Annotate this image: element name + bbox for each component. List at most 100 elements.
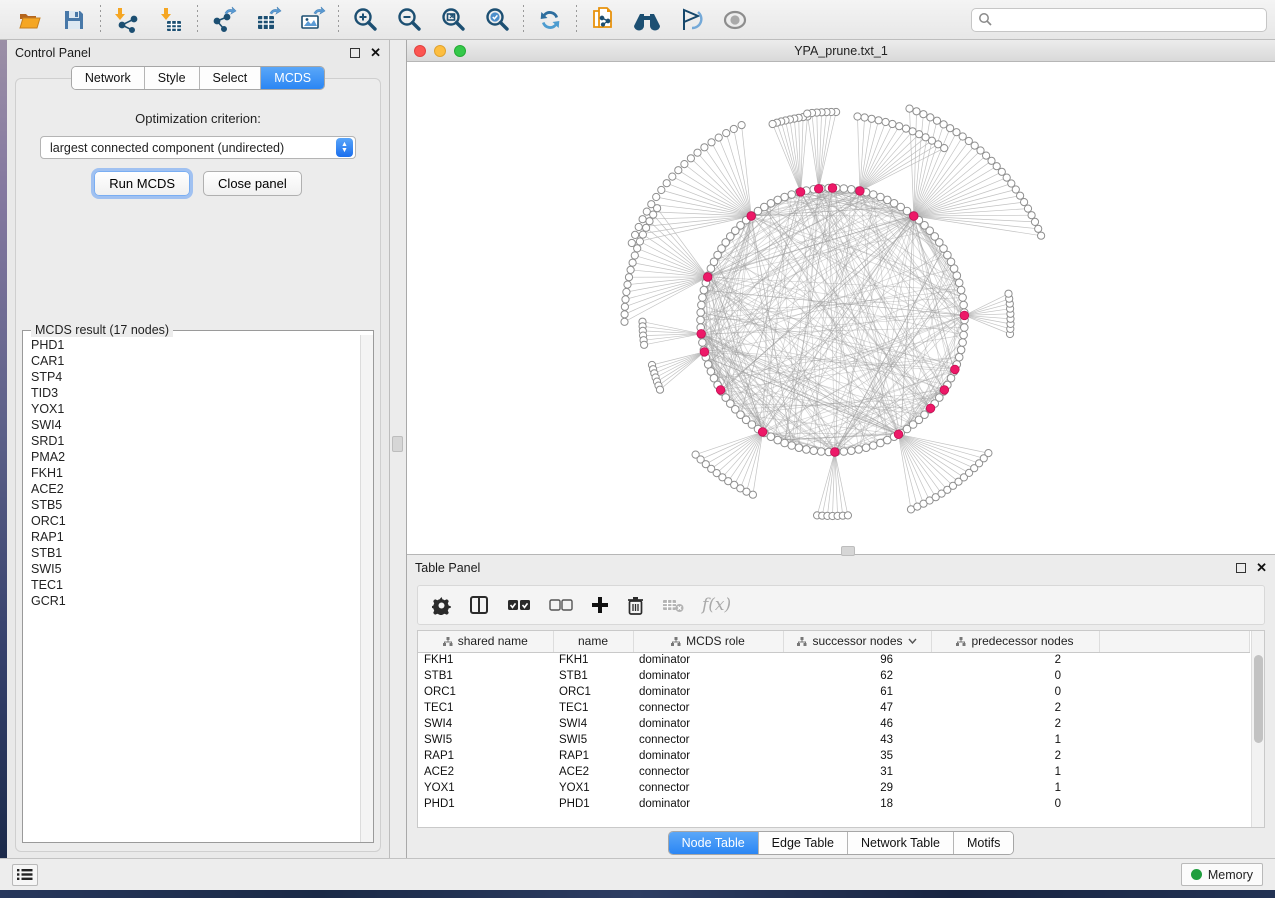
graph-leaf-node[interactable] bbox=[861, 114, 868, 121]
export-image-button[interactable] bbox=[290, 3, 334, 37]
graph-leaf-node[interactable] bbox=[656, 386, 663, 393]
graph-node[interactable] bbox=[953, 272, 961, 280]
graph-hub-node[interactable] bbox=[814, 184, 823, 193]
task-history-button[interactable] bbox=[12, 864, 38, 886]
graph-hub-node[interactable] bbox=[940, 386, 949, 395]
graph-leaf-node[interactable] bbox=[636, 238, 643, 245]
graph-hub-node[interactable] bbox=[716, 386, 725, 395]
graph-hub-node[interactable] bbox=[697, 330, 706, 339]
graph-leaf-node[interactable] bbox=[701, 144, 708, 151]
graph-leaf-node[interactable] bbox=[947, 125, 954, 132]
graph-leaf-node[interactable] bbox=[635, 223, 642, 230]
graph-leaf-node[interactable] bbox=[658, 186, 665, 193]
function-builder-button[interactable]: f(x) bbox=[702, 595, 731, 615]
graph-hub-node[interactable] bbox=[960, 311, 969, 320]
tab-style[interactable]: Style bbox=[145, 67, 200, 89]
column-header-shared-name[interactable]: shared name bbox=[418, 631, 553, 652]
graph-leaf-node[interactable] bbox=[889, 120, 896, 127]
graph-node[interactable] bbox=[848, 447, 856, 455]
graph-leaf-node[interactable] bbox=[641, 341, 648, 348]
graph-node[interactable] bbox=[957, 346, 965, 354]
graph-leaf-node[interactable] bbox=[1028, 212, 1035, 219]
tab-node-table[interactable]: Node Table bbox=[669, 832, 759, 854]
tab-network-table[interactable]: Network Table bbox=[848, 832, 954, 854]
graph-node[interactable] bbox=[960, 301, 968, 309]
graph-leaf-node[interactable] bbox=[639, 216, 646, 223]
run-mcds-button[interactable]: Run MCDS bbox=[94, 171, 190, 196]
graph-hub-node[interactable] bbox=[926, 404, 935, 413]
import-network-button[interactable] bbox=[105, 3, 149, 37]
tab-network[interactable]: Network bbox=[72, 67, 145, 89]
graph-node[interactable] bbox=[698, 301, 706, 309]
column-header-name[interactable]: name bbox=[553, 631, 633, 652]
table-row[interactable]: SWI5SWI5connector431 bbox=[418, 732, 1250, 748]
close-panel-button[interactable]: Close panel bbox=[203, 171, 302, 196]
column-header-successor-nodes[interactable]: successor nodes bbox=[783, 631, 931, 652]
graph-hub-node[interactable] bbox=[910, 212, 919, 221]
graph-node[interactable] bbox=[955, 353, 963, 361]
search-network-button[interactable] bbox=[625, 3, 669, 37]
graph-leaf-node[interactable] bbox=[621, 311, 628, 318]
delete-column-button[interactable] bbox=[627, 596, 644, 615]
table-row[interactable]: SWI4SWI4dominator462 bbox=[418, 716, 1250, 732]
graph-leaf-node[interactable] bbox=[643, 224, 650, 231]
mcds-result-item[interactable]: SWI4 bbox=[31, 417, 358, 433]
graph-node[interactable] bbox=[959, 294, 967, 302]
presentation-mode-button[interactable] bbox=[713, 3, 757, 37]
graph-node[interactable] bbox=[810, 447, 818, 455]
criterion-dropdown[interactable]: largest connected component (undirected)… bbox=[40, 136, 356, 159]
graph-leaf-node[interactable] bbox=[985, 450, 992, 457]
panel-splitter[interactable] bbox=[390, 40, 407, 858]
graph-leaf-node[interactable] bbox=[902, 125, 909, 132]
graph-leaf-node[interactable] bbox=[653, 193, 660, 200]
graph-leaf-node[interactable] bbox=[804, 110, 811, 117]
graph-node[interactable] bbox=[959, 339, 967, 347]
table-scrollbar[interactable] bbox=[1251, 631, 1264, 827]
graph-leaf-node[interactable] bbox=[1021, 199, 1028, 206]
table-row[interactable]: ACE2ACE2connector311 bbox=[418, 764, 1250, 780]
horizontal-splitter-grip[interactable] bbox=[841, 546, 855, 556]
tab-select[interactable]: Select bbox=[200, 67, 262, 89]
graph-hub-node[interactable] bbox=[951, 365, 960, 374]
graph-node[interactable] bbox=[700, 286, 708, 294]
mcds-result-item[interactable]: GCR1 bbox=[31, 593, 358, 609]
mcds-result-item[interactable]: STP4 bbox=[31, 369, 358, 385]
memory-button[interactable]: Memory bbox=[1181, 863, 1263, 886]
zoom-selected-button[interactable] bbox=[475, 3, 519, 37]
graph-leaf-node[interactable] bbox=[621, 303, 628, 310]
table-row[interactable]: TEC1TEC1connector472 bbox=[418, 700, 1250, 716]
graph-hub-node[interactable] bbox=[703, 273, 712, 282]
network-window-titlebar[interactable]: YPA_prune.txt_1 bbox=[407, 40, 1275, 62]
network-graph[interactable] bbox=[407, 62, 1275, 554]
clone-network-button[interactable] bbox=[581, 3, 625, 37]
graph-leaf-node[interactable] bbox=[1031, 218, 1038, 225]
mcds-result-item[interactable]: STB1 bbox=[31, 545, 358, 561]
zoom-fit-button[interactable] bbox=[431, 3, 475, 37]
mcds-result-item[interactable]: PMA2 bbox=[31, 449, 358, 465]
graph-leaf-node[interactable] bbox=[632, 231, 639, 238]
mcds-result-item[interactable]: PHD1 bbox=[31, 337, 358, 353]
mcds-result-item[interactable]: ORC1 bbox=[31, 513, 358, 529]
graph-leaf-node[interactable] bbox=[663, 180, 670, 187]
mcds-result-item[interactable]: SRD1 bbox=[31, 433, 358, 449]
graph-leaf-node[interactable] bbox=[675, 167, 682, 174]
graph-leaf-node[interactable] bbox=[730, 125, 737, 132]
toggle-details-button[interactable] bbox=[669, 3, 713, 37]
graph-leaf-node[interactable] bbox=[854, 113, 861, 120]
graph-node[interactable] bbox=[870, 442, 878, 450]
graph-leaf-node[interactable] bbox=[868, 115, 875, 122]
select-all-button[interactable] bbox=[507, 598, 531, 612]
graph-leaf-node[interactable] bbox=[913, 108, 920, 115]
tab-motifs[interactable]: Motifs bbox=[954, 832, 1013, 854]
splitter-grip[interactable] bbox=[392, 436, 403, 452]
graph-leaf-node[interactable] bbox=[669, 173, 676, 180]
graph-node[interactable] bbox=[817, 448, 825, 456]
mcds-result-item[interactable]: SWI5 bbox=[31, 561, 358, 577]
add-column-button[interactable] bbox=[591, 596, 609, 614]
graph-leaf-node[interactable] bbox=[639, 231, 646, 238]
mcds-result-item[interactable]: YOX1 bbox=[31, 401, 358, 417]
mcds-result-item[interactable]: CAR1 bbox=[31, 353, 358, 369]
graph-node[interactable] bbox=[707, 265, 715, 273]
mcds-result-item[interactable]: TEC1 bbox=[31, 577, 358, 593]
column-header-mcds-role[interactable]: MCDS role bbox=[633, 631, 783, 652]
